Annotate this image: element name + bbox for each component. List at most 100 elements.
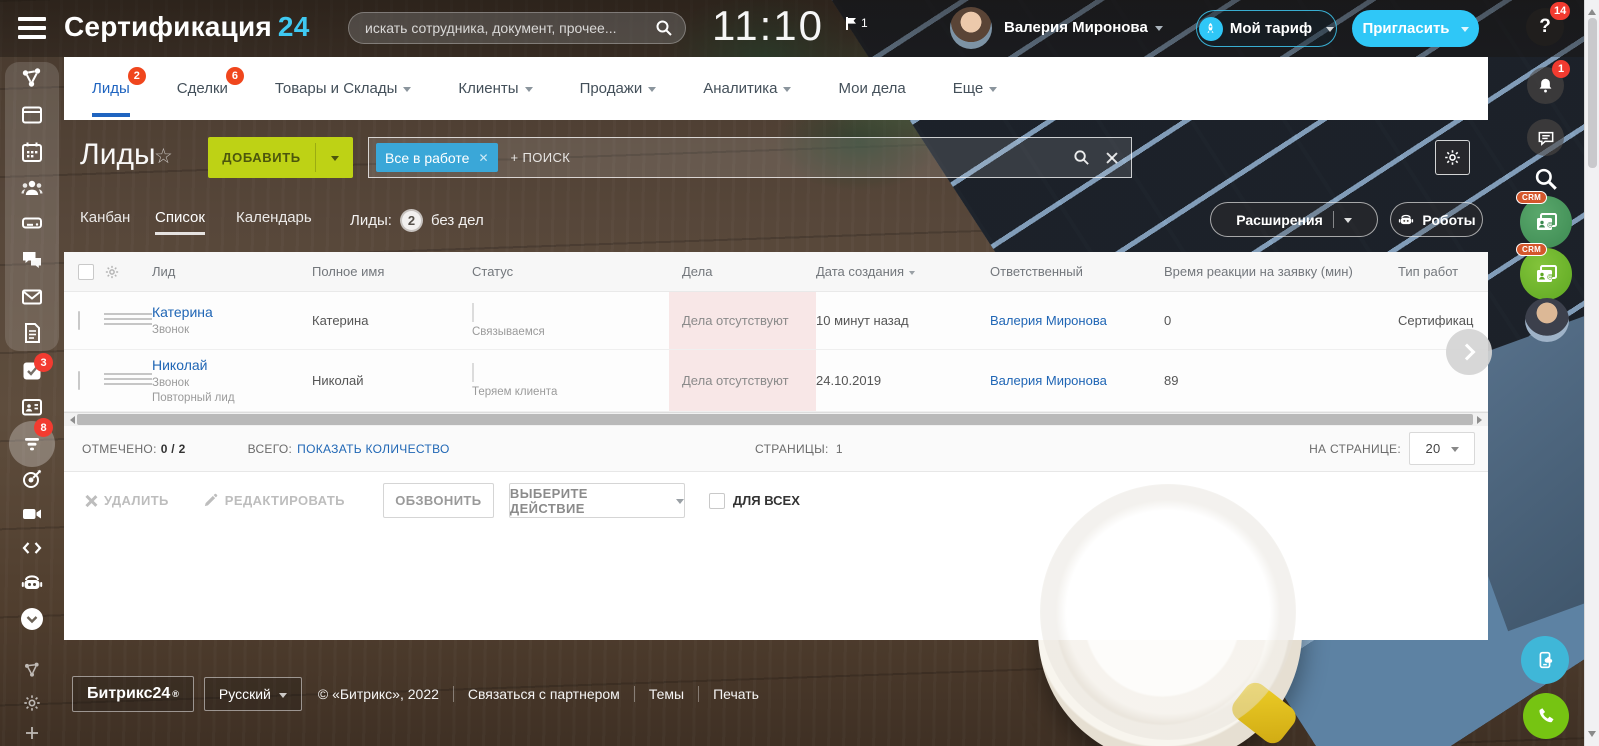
horizontal-scrollbar[interactable] <box>64 412 1488 426</box>
select-action-button[interactable]: ВЫБЕРИТЕ ДЕЙСТВИЕ <box>508 483 685 518</box>
print-link[interactable]: Печать <box>713 686 759 702</box>
search-icon[interactable] <box>655 19 673 37</box>
col-work-type[interactable]: Тип работ <box>1398 264 1488 279</box>
sidebar-item-messenger[interactable] <box>20 248 44 272</box>
view-list[interactable]: Список <box>155 209 205 235</box>
row-checkbox[interactable] <box>78 310 80 330</box>
table-scroll-next-button[interactable] <box>1446 329 1492 375</box>
show-count-link[interactable]: ПОКАЗАТЬ КОЛИЧЕСТВО <box>297 442 449 456</box>
tab-analytics[interactable]: Аналитика <box>703 80 792 97</box>
crm-app-button-2[interactable]: CRM @ <box>1516 243 1572 300</box>
main-menu-icon[interactable] <box>18 17 46 39</box>
col-lead[interactable]: Лид <box>152 264 312 279</box>
bitrix24-footer-logo[interactable]: Битрикс24 ® <box>72 676 194 712</box>
view-calendar[interactable]: Календарь <box>236 209 312 226</box>
for-all-checkbox[interactable]: ДЛЯ ВСЕХ <box>708 492 800 509</box>
table-row[interactable]: Николай Звонок Повторный лид Николай Тер… <box>64 350 1488 412</box>
sort-desc-icon[interactable] <box>909 271 916 278</box>
sidebar-item-marketing[interactable] <box>20 467 44 491</box>
remove-filter-icon[interactable]: ✕ <box>478 151 488 165</box>
tab-my-activities[interactable]: Мои дела <box>838 80 905 97</box>
sidebar-search-button[interactable] <box>1533 166 1559 192</box>
tab-leads[interactable]: Лиды 2 <box>92 67 146 117</box>
grid-settings-gear-icon[interactable] <box>104 264 120 280</box>
page-scrollbar[interactable] <box>1584 0 1599 746</box>
language-selector[interactable]: Русский <box>203 677 302 711</box>
call-button[interactable]: ОБЗВОНИТЬ <box>382 483 494 518</box>
invite-button[interactable]: Пригласить <box>1352 10 1479 47</box>
filter-preset-chip[interactable]: Все в работе ✕ <box>376 143 498 172</box>
col-reaction-time[interactable]: Время реакции на заявку (мин) <box>1164 264 1398 279</box>
scroll-down-arrow[interactable] <box>1588 731 1596 741</box>
col-responsible[interactable]: Ответственный <box>990 264 1164 279</box>
filter-search-icon[interactable] <box>1073 149 1090 166</box>
telephony-button[interactable] <box>1523 693 1569 739</box>
scrollbar-thumb[interactable] <box>77 414 1473 425</box>
flag-counter[interactable]: 1 <box>845 16 868 31</box>
delete-button[interactable]: УДАЛИТЬ <box>85 493 169 508</box>
sidebar-settings-icon[interactable] <box>20 691 44 715</box>
add-lead-button[interactable]: ДОБАВИТЬ <box>208 137 353 178</box>
sidebar-item-network[interactable] <box>20 658 44 682</box>
responsible-link[interactable]: Валерия Миронова <box>990 313 1164 328</box>
counter-badge[interactable]: 2 <box>399 209 423 232</box>
user-menu[interactable]: Валерия Миронова <box>1004 19 1163 36</box>
sidebar-collapse-icon[interactable] <box>20 607 44 631</box>
row-menu-icon[interactable] <box>104 373 152 385</box>
sidebar-item-drive[interactable] <box>20 211 44 235</box>
contact-avatar[interactable] <box>1525 298 1569 342</box>
sidebar-add-icon[interactable] <box>20 721 44 745</box>
partner-link[interactable]: Связаться с партнером <box>468 686 620 702</box>
scroll-left-arrow[interactable] <box>66 416 75 424</box>
sidebar-item-sites[interactable] <box>20 536 44 560</box>
tab-products[interactable]: Товары и Склады <box>275 80 412 97</box>
clear-filter-icon[interactable] <box>1105 151 1119 165</box>
edit-button[interactable]: РЕДАКТИРОВАТЬ <box>203 493 345 508</box>
row-menu-icon[interactable] <box>104 313 152 325</box>
responsible-link[interactable]: Валерия Миронова <box>990 373 1164 388</box>
scroll-up-arrow[interactable] <box>1588 5 1596 15</box>
lead-name-link[interactable]: Николай <box>152 357 207 373</box>
sidebar-item-pulse[interactable] <box>20 66 44 90</box>
sidebar-item-documents[interactable] <box>20 321 44 345</box>
sidebar-item-mail[interactable] <box>20 285 44 309</box>
user-avatar[interactable] <box>950 7 992 49</box>
mobile-app-button[interactable] <box>1521 636 1569 684</box>
view-settings-button[interactable] <box>1435 140 1470 175</box>
tab-clients[interactable]: Клиенты <box>458 80 533 97</box>
lead-name-link[interactable]: Катерина <box>152 304 213 320</box>
themes-link[interactable]: Темы <box>649 686 684 702</box>
scrollbar-thumb[interactable] <box>1588 18 1597 168</box>
select-all-checkbox[interactable] <box>78 263 94 280</box>
scroll-right-arrow[interactable] <box>1477 416 1486 424</box>
table-row[interactable]: Катерина Звонок Катерина Связываемся Дел… <box>64 292 1488 350</box>
tab-more[interactable]: Еще <box>953 80 998 97</box>
filter-search-bar[interactable]: Все в работе ✕ + ПОИСК <box>368 137 1132 178</box>
row-checkbox[interactable] <box>78 370 80 390</box>
global-search-input[interactable] <box>365 20 655 36</box>
sidebar-item-automation[interactable] <box>20 571 44 595</box>
col-full-name[interactable]: Полное имя <box>312 264 472 279</box>
view-kanban[interactable]: Канбан <box>80 209 130 226</box>
chat-button[interactable] <box>1527 119 1564 156</box>
extensions-button[interactable]: Расширения <box>1210 202 1378 237</box>
tariff-button[interactable]: Мой тариф <box>1196 10 1337 47</box>
per-page-select[interactable]: 20 <box>1409 432 1475 465</box>
tab-sales[interactable]: Продажи <box>580 80 657 97</box>
favorite-star-icon[interactable]: ☆ <box>154 144 173 169</box>
sidebar-item-calendar[interactable] <box>20 140 44 164</box>
col-status[interactable]: Статус <box>472 264 669 279</box>
crm-app-button[interactable]: CRM @ <box>1516 191 1572 248</box>
add-dropdown[interactable] <box>316 137 353 178</box>
sidebar-item-feed[interactable] <box>20 103 44 127</box>
col-activities[interactable]: Дела <box>669 264 816 279</box>
global-search[interactable] <box>348 12 686 44</box>
filter-search-label[interactable]: + ПОИСК <box>511 150 571 165</box>
sidebar-item-employees[interactable] <box>20 176 44 200</box>
checkbox[interactable] <box>708 492 725 509</box>
portal-logo[interactable]: Сертификация 24 <box>64 11 309 43</box>
tab-deals[interactable]: Сделки 6 <box>177 67 244 97</box>
sidebar-item-contacts[interactable] <box>20 395 44 419</box>
robots-button[interactable]: Роботы <box>1390 202 1483 237</box>
clock[interactable]: 11:10 <box>712 2 824 50</box>
